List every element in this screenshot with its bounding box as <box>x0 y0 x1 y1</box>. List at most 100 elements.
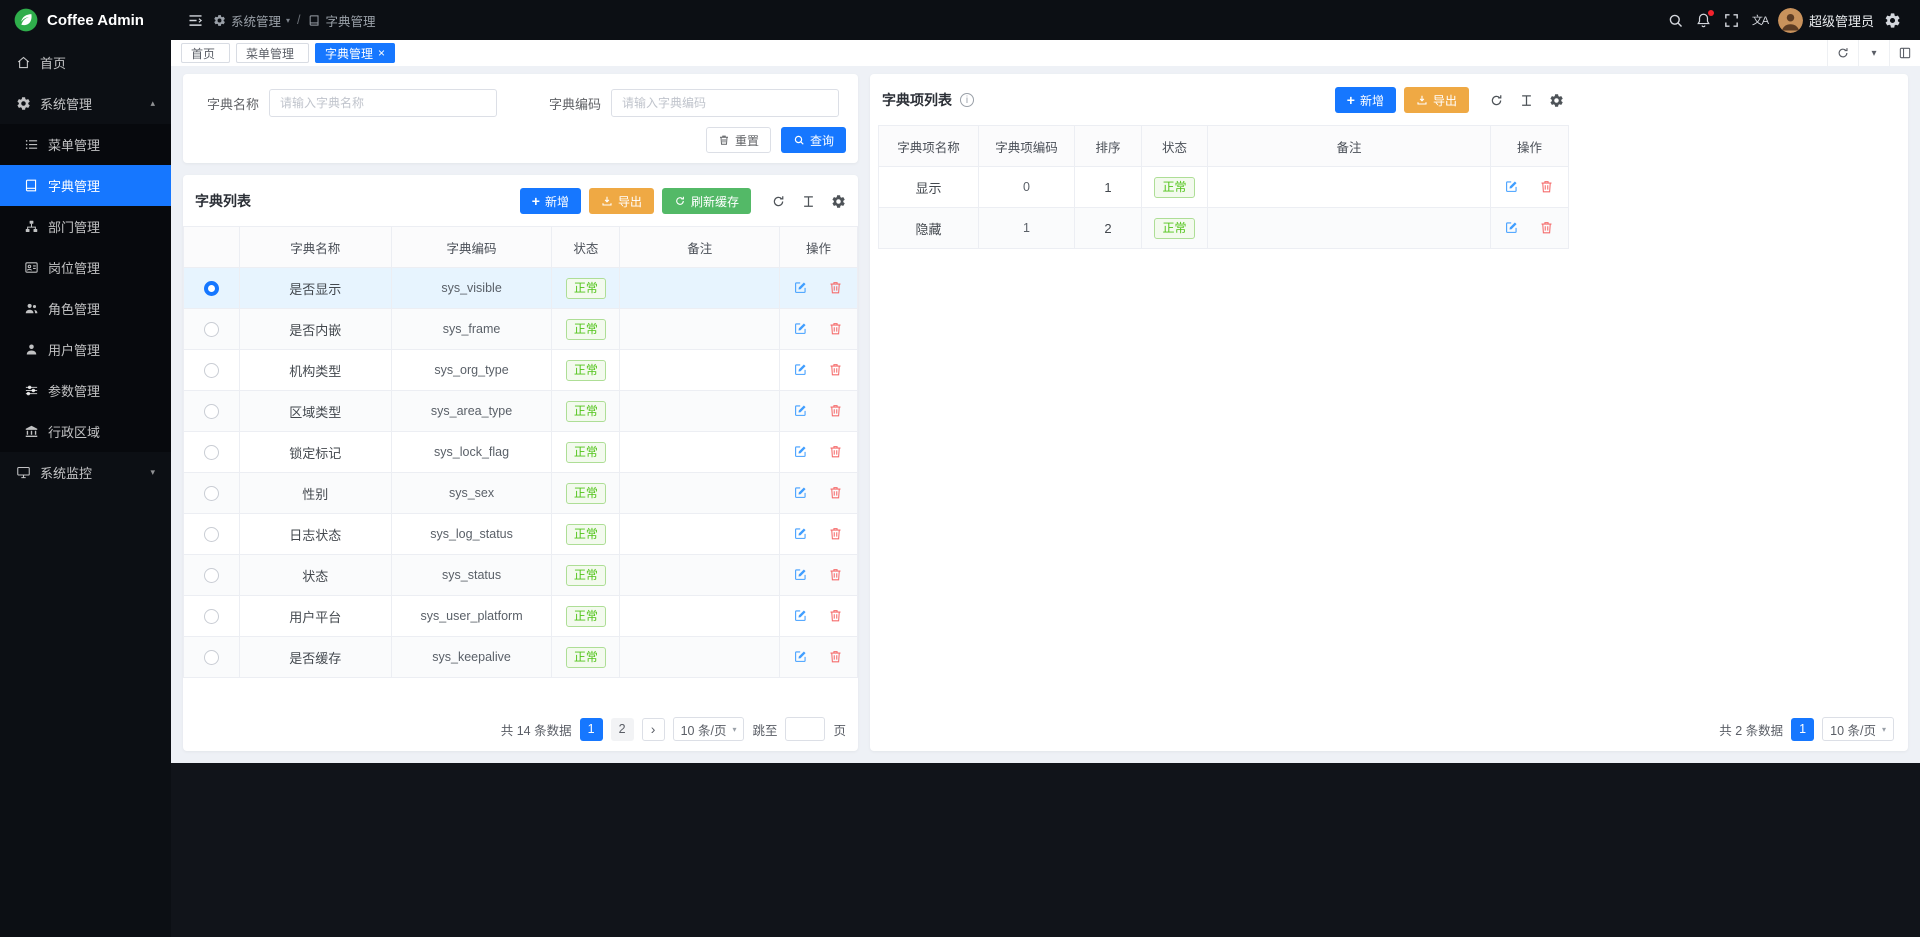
row-density-icon[interactable] <box>1519 93 1534 108</box>
delete-icon[interactable] <box>1539 220 1555 236</box>
page-button-2[interactable]: 2 <box>611 718 634 741</box>
edit-icon[interactable] <box>1504 220 1520 236</box>
current-user-name[interactable]: 超级管理员 <box>1809 11 1874 30</box>
row-radio[interactable] <box>204 486 219 501</box>
sidebar-item-dept-mgmt[interactable]: 部门管理 <box>0 206 171 247</box>
info-icon[interactable]: i <box>960 93 974 107</box>
delete-icon[interactable] <box>828 444 844 460</box>
delete-icon[interactable] <box>828 321 844 337</box>
add-dict-item-button[interactable]: + 新增 <box>1335 87 1396 113</box>
add-dict-button[interactable]: + 新增 <box>520 188 581 214</box>
edit-icon[interactable] <box>793 649 809 665</box>
page-jump-input[interactable] <box>785 717 825 741</box>
edit-icon[interactable] <box>793 567 809 583</box>
delete-icon[interactable] <box>828 608 844 624</box>
breadcrumb-system[interactable]: 系统管理 ▾ <box>213 11 290 30</box>
sidebar-item-dict-mgmt[interactable]: 字典管理 <box>0 165 171 206</box>
delete-icon[interactable] <box>828 567 844 583</box>
next-page-button[interactable]: › <box>642 718 665 741</box>
row-radio[interactable] <box>204 650 219 665</box>
edit-icon[interactable] <box>1504 179 1520 195</box>
table-row[interactable]: 是否缓存 sys_keepalive 正常 <box>184 637 858 678</box>
tab[interactable]: 菜单管理 <box>236 43 309 63</box>
refresh-tab-icon[interactable] <box>1827 40 1858 66</box>
sidebar-item-home[interactable]: 首页 <box>0 42 171 83</box>
edit-icon[interactable] <box>793 280 809 296</box>
table-row[interactable]: 用户平台 sys_user_platform 正常 <box>184 596 858 637</box>
sidebar-item-system[interactable]: 系统管理 ▴ <box>0 83 171 124</box>
row-radio[interactable] <box>204 281 219 296</box>
edit-icon[interactable] <box>793 362 809 378</box>
table-row[interactable]: 机构类型 sys_org_type 正常 <box>184 350 858 391</box>
refresh-icon[interactable] <box>771 194 786 209</box>
delete-icon[interactable] <box>828 362 844 378</box>
tab-menu-chevron-icon[interactable]: ▾ <box>1858 40 1889 66</box>
refresh-cache-button[interactable]: 刷新缓存 <box>662 188 751 214</box>
avatar[interactable] <box>1778 8 1803 33</box>
delete-icon[interactable] <box>828 403 844 419</box>
dict-name-input[interactable] <box>269 89 497 117</box>
table-row[interactable]: 日志状态 sys_log_status 正常 <box>184 514 858 555</box>
sidebar-item-menu-mgmt[interactable]: 菜单管理 <box>0 124 171 165</box>
delete-icon[interactable] <box>1539 179 1555 195</box>
row-radio[interactable] <box>204 609 219 624</box>
export-dict-item-button[interactable]: 导出 <box>1404 87 1469 113</box>
sidebar-item-label: 字典管理 <box>48 176 100 195</box>
tab-close-icon[interactable]: × <box>378 47 385 59</box>
row-radio[interactable] <box>204 527 219 542</box>
page-size-select[interactable]: 10 条/页 ▾ <box>673 717 745 741</box>
search-icon[interactable] <box>1662 6 1690 34</box>
refresh-icon[interactable] <box>1489 93 1504 108</box>
sidebar-item-user-mgmt[interactable]: 用户管理 <box>0 329 171 370</box>
table-row[interactable]: 是否内嵌 sys_frame 正常 <box>184 309 858 350</box>
delete-icon[interactable] <box>828 280 844 296</box>
translate-icon[interactable]: 文A <box>1746 6 1774 34</box>
sidebar-item-post-mgmt[interactable]: 岗位管理 <box>0 247 171 288</box>
row-density-icon[interactable] <box>801 194 816 209</box>
delete-icon[interactable] <box>828 526 844 542</box>
dict-code-input[interactable] <box>611 89 839 117</box>
sidebar-item-role-mgmt[interactable]: 角色管理 <box>0 288 171 329</box>
row-radio[interactable] <box>204 568 219 583</box>
table-row[interactable]: 锁定标记 sys_lock_flag 正常 <box>184 432 858 473</box>
row-radio[interactable] <box>204 322 219 337</box>
dict-items-tools <box>1489 93 1564 108</box>
layout-toggle-icon[interactable] <box>1889 40 1920 66</box>
export-dict-button[interactable]: 导出 <box>589 188 654 214</box>
column-settings-gear-icon[interactable] <box>831 194 846 209</box>
page-button-1[interactable]: 1 <box>1791 718 1814 741</box>
page-button-1[interactable]: 1 <box>580 718 603 741</box>
table-row[interactable]: 显示 0 1 正常 <box>879 167 1569 208</box>
sidebar-item-monitor[interactable]: 系统监控 ▾ <box>0 452 171 493</box>
table-row[interactable]: 是否显示 sys_visible 正常 <box>184 268 858 309</box>
edit-icon[interactable] <box>793 485 809 501</box>
row-radio[interactable] <box>204 363 219 378</box>
table-row[interactable]: 隐藏 1 2 正常 <box>879 208 1569 249</box>
edit-icon[interactable] <box>793 444 809 460</box>
page-size-select[interactable]: 10 条/页 ▾ <box>1822 717 1894 741</box>
table-row[interactable]: 状态 sys_status 正常 <box>184 555 858 596</box>
tab[interactable]: 首页 <box>181 43 230 63</box>
edit-icon[interactable] <box>793 403 809 419</box>
row-radio[interactable] <box>204 404 219 419</box>
edit-icon[interactable] <box>793 321 809 337</box>
delete-icon[interactable] <box>828 485 844 501</box>
column-settings-gear-icon[interactable] <box>1549 93 1564 108</box>
table-row[interactable]: 区域类型 sys_area_type 正常 <box>184 391 858 432</box>
topbar: 系统管理 ▾ / 字典管理 文A 超级管理员 <box>171 0 1920 40</box>
sidebar-item-param-mgmt[interactable]: 参数管理 <box>0 370 171 411</box>
edit-icon[interactable] <box>793 526 809 542</box>
row-radio[interactable] <box>204 445 219 460</box>
sidebar-item-region-mgmt[interactable]: 行政区域 <box>0 411 171 452</box>
settings-gear-icon[interactable] <box>1878 6 1906 34</box>
reset-button[interactable]: 重置 <box>706 127 771 153</box>
delete-icon[interactable] <box>828 649 844 665</box>
notification-bell-icon[interactable] <box>1690 6 1718 34</box>
sidebar-toggle-button[interactable] <box>181 6 209 34</box>
breadcrumb-current[interactable]: 字典管理 <box>308 11 376 30</box>
fullscreen-icon[interactable] <box>1718 6 1746 34</box>
query-button[interactable]: 查询 <box>781 127 846 153</box>
tab[interactable]: 字典管理 × <box>315 43 395 63</box>
table-row[interactable]: 性别 sys_sex 正常 <box>184 473 858 514</box>
edit-icon[interactable] <box>793 608 809 624</box>
